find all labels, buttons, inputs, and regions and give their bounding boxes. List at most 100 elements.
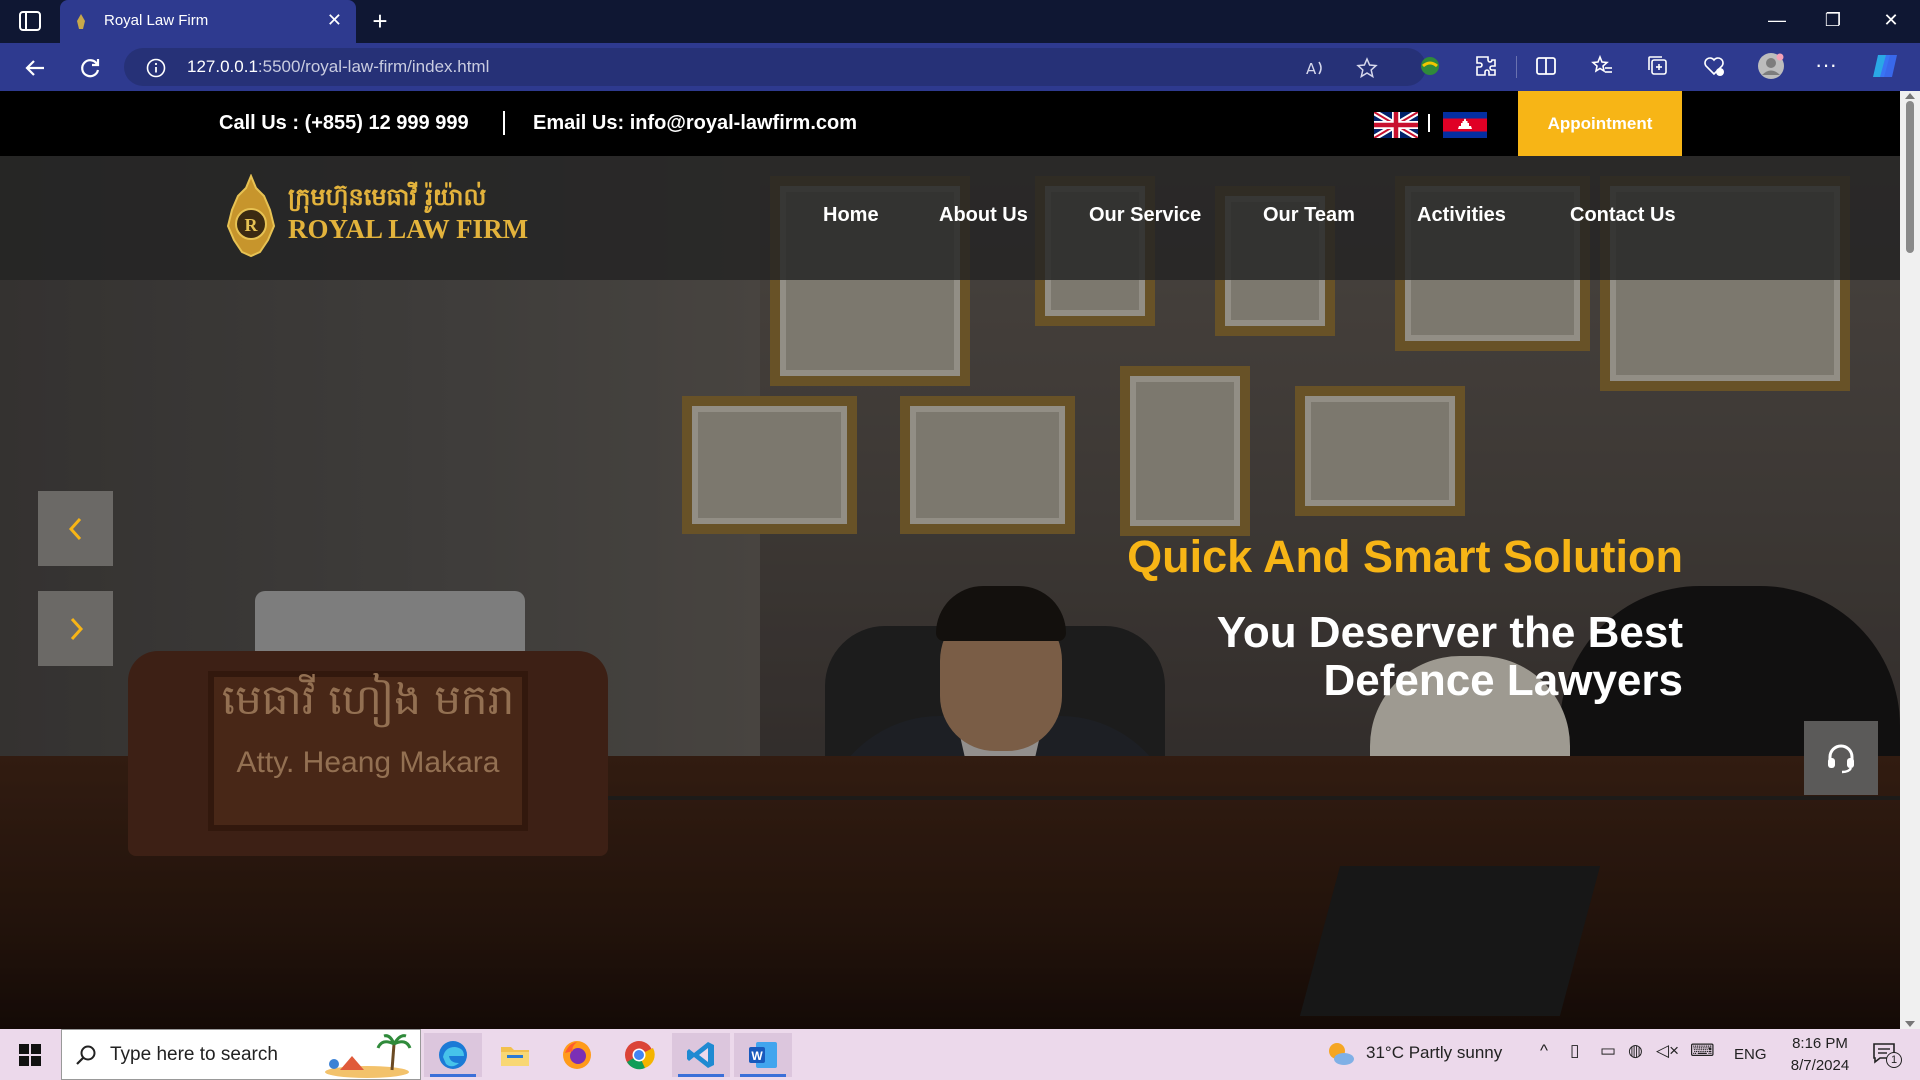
chevron-left-icon [68, 517, 81, 540]
back-icon[interactable] [22, 55, 48, 81]
svg-text:W: W [751, 1049, 763, 1063]
site-info-icon[interactable] [146, 58, 166, 78]
contact-topbar: Call Us : (+855) 12 999 999 Email Us: in… [0, 91, 1900, 156]
contact-divider [503, 111, 505, 135]
minimize-icon[interactable]: — [1762, 10, 1792, 31]
edge-icon [439, 1041, 467, 1069]
page-viewport: មេធាវី ហៀង មករា Atty. Heang Makara Call … [0, 91, 1900, 1029]
active-indicator [740, 1074, 786, 1077]
firefox-icon [563, 1041, 591, 1069]
khmer-flag-icon[interactable] [1443, 112, 1487, 138]
english-flag-icon[interactable] [1374, 112, 1418, 138]
carousel-prev-button[interactable] [38, 491, 113, 566]
folder-icon [501, 1047, 529, 1066]
taskbar-chrome[interactable] [610, 1033, 668, 1077]
chrome-icon [625, 1041, 655, 1070]
weather-text[interactable]: 31°C Partly sunny [1366, 1043, 1502, 1063]
tab-close-icon[interactable]: ✕ [327, 10, 342, 31]
support-widget-button[interactable] [1804, 721, 1878, 795]
browser-toolbar: 127.0.0.1:5500/royal-law-firm/index.html… [0, 43, 1920, 91]
profile-avatar-icon[interactable] [1757, 52, 1785, 80]
keyboard-icon[interactable]: ⌨ [1690, 1041, 1715, 1061]
browser-tab-active[interactable]: Royal Law Firm ✕ [60, 0, 356, 43]
hero-dark-overlay [0, 156, 1900, 1029]
weather-sun-cloud-icon[interactable] [1326, 1040, 1356, 1068]
hero-headline-line2: Defence Lawyers [1323, 656, 1683, 705]
nav-item-about-us[interactable]: About Us [939, 204, 1028, 227]
nav-item-home[interactable]: Home [823, 204, 879, 227]
battery-icon[interactable]: ▭ [1600, 1041, 1616, 1061]
logo-english-name: ROYAL LAW FIRM [288, 214, 529, 244]
tray-overflow-icon[interactable]: ^ [1540, 1041, 1548, 1061]
scroll-down-icon[interactable] [1905, 1021, 1915, 1027]
language-separator [1428, 114, 1430, 132]
scrollbar-thumb[interactable] [1906, 101, 1914, 253]
appointment-button[interactable]: Appointment [1518, 91, 1682, 156]
system-clock[interactable]: 8:16 PM 8/7/2024 [1782, 1033, 1858, 1077]
browser-tabbar: Royal Law Firm ✕ + — ❐ ✕ [0, 0, 1920, 43]
active-indicator [678, 1074, 724, 1077]
read-aloud-icon[interactable]: A [1304, 57, 1326, 79]
email-contact[interactable]: Email Us: info@royal-lawfirm.com [533, 112, 857, 135]
copilot-icon[interactable] [1870, 52, 1900, 80]
nav-item-our-team[interactable]: Our Team [1263, 204, 1355, 227]
phone-contact[interactable]: Call Us : (+855) 12 999 999 [219, 112, 469, 135]
close-window-icon[interactable]: ✕ [1876, 10, 1906, 31]
vscode-icon [687, 1042, 714, 1068]
taskbar-file-explorer[interactable] [486, 1033, 544, 1077]
toolbar-separator [1516, 56, 1517, 78]
url-text: 127.0.0.1:5500/royal-law-firm/index.html [187, 57, 490, 76]
active-indicator [430, 1074, 476, 1077]
carousel-next-button[interactable] [38, 591, 113, 666]
clock-time: 8:16 PM [1792, 1035, 1848, 1052]
favicon-icon [77, 14, 85, 29]
logo-emblem-icon: R [226, 174, 276, 258]
hero-headline: You Deserver the Best Defence Lawyers [983, 609, 1683, 705]
nav-item-our-service[interactable]: Our Service [1089, 204, 1201, 227]
taskbar-vscode[interactable] [672, 1033, 730, 1077]
chevron-right-icon [70, 617, 83, 640]
main-navbar: R ក្រុមហ៊ុនមេធាវី រ៉ូយ៉ាល់ ROYAL LAW FIR… [0, 156, 1900, 280]
taskbar-firefox[interactable] [548, 1033, 606, 1077]
page-scrollbar[interactable] [1900, 91, 1920, 1029]
search-icon [76, 1045, 96, 1065]
nav-item-activities[interactable]: Activities [1417, 204, 1506, 227]
restore-icon[interactable]: ❐ [1818, 10, 1848, 31]
network-globe-icon[interactable]: ◍ [1628, 1041, 1643, 1061]
split-screen-icon[interactable] [1534, 54, 1558, 78]
new-tab-button[interactable]: + [366, 8, 394, 36]
meet-now-icon[interactable]: ▯ [1570, 1041, 1579, 1061]
notification-count: 1 [1886, 1052, 1902, 1068]
address-bar[interactable]: 127.0.0.1:5500/royal-law-firm/index.html… [124, 48, 1426, 86]
favorite-star-icon[interactable] [1356, 57, 1378, 79]
volume-muted-icon[interactable]: ◁× [1656, 1041, 1679, 1061]
headset-icon [1828, 744, 1854, 774]
taskbar-word[interactable]: W [734, 1033, 792, 1077]
logo-khmer-name: ក្រុមហ៊ុនមេធាវី រ៉ូយ៉ាល់ [288, 182, 487, 211]
svg-text:R: R [245, 215, 259, 235]
input-language[interactable]: ENG [1734, 1046, 1767, 1063]
search-highlight-illustration-icon [325, 1034, 412, 1078]
more-menu-icon[interactable]: ··· [1815, 52, 1839, 77]
collections-icon[interactable] [1646, 54, 1670, 78]
taskbar-search[interactable]: Type here to search [61, 1029, 421, 1080]
tab-title: Royal Law Firm [104, 12, 209, 29]
extension-globe-icon[interactable] [1418, 54, 1442, 78]
os-taskbar: Type here to search W 31°C Partly sunny … [0, 1029, 1920, 1080]
hero-headline-line1: You Deserver the Best [1216, 608, 1683, 657]
windows-start-icon[interactable] [18, 1043, 42, 1067]
svg-text:A: A [1306, 60, 1317, 78]
nav-item-contact-us[interactable]: Contact Us [1570, 204, 1676, 227]
scroll-up-icon[interactable] [1905, 93, 1915, 99]
taskbar-edge[interactable] [424, 1033, 482, 1077]
browser-essentials-icon[interactable] [1702, 54, 1726, 78]
tab-actions-icon[interactable] [18, 10, 42, 32]
search-placeholder: Type here to search [110, 1044, 278, 1065]
extensions-icon[interactable] [1474, 54, 1498, 78]
hero-tagline: Quick And Smart Solution [1127, 531, 1683, 582]
favorites-icon[interactable] [1590, 54, 1614, 78]
clock-date: 8/7/2024 [1790, 1057, 1850, 1074]
refresh-icon[interactable] [77, 55, 103, 81]
notification-center-icon[interactable]: 1 [1872, 1042, 1902, 1068]
firm-logo[interactable]: R ក្រុមហ៊ុនមេធាវី រ៉ូយ៉ាល់ ROYAL LAW FIR… [220, 174, 528, 258]
